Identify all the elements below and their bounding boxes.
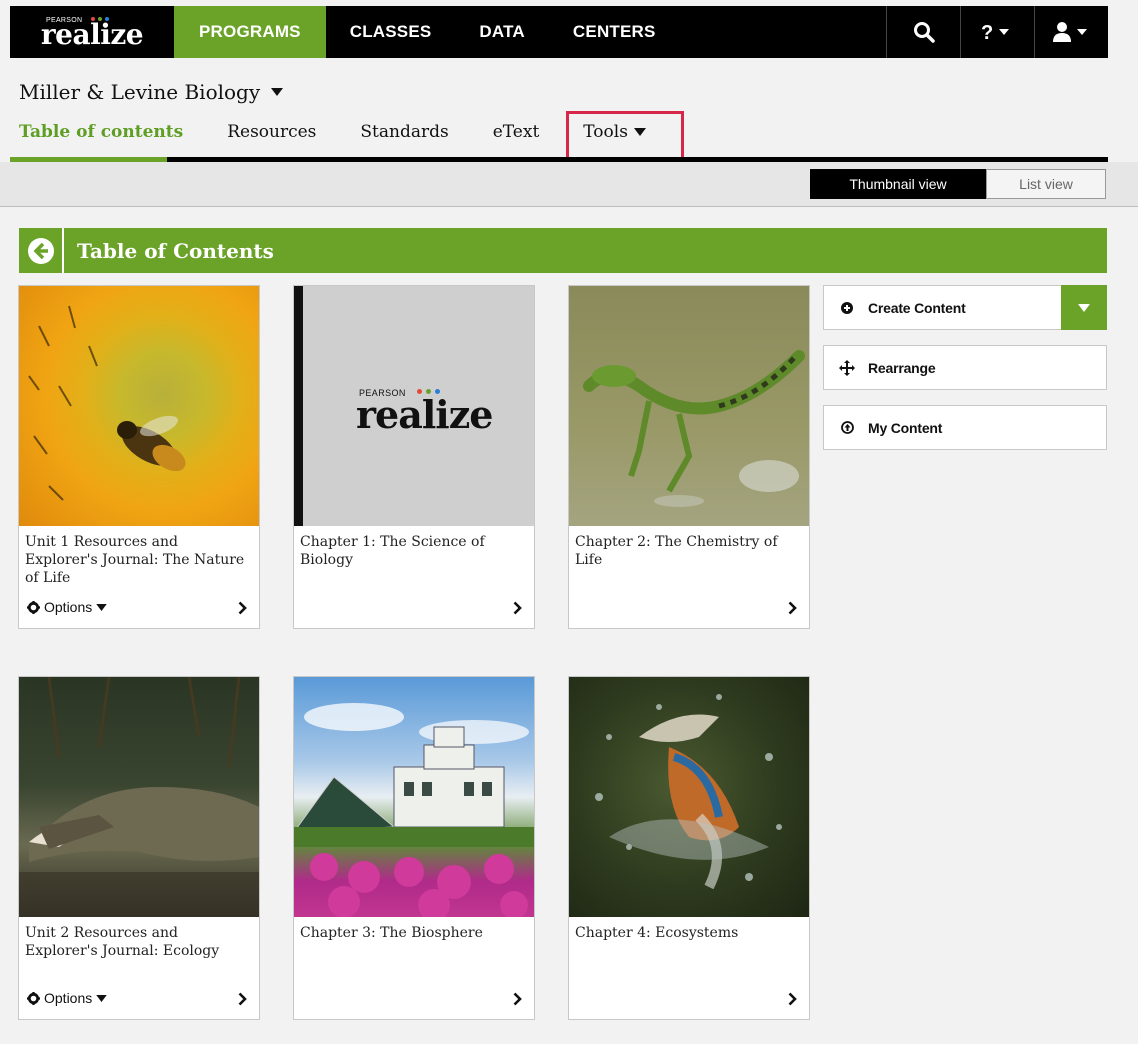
list-view-button[interactable]: List view [986,169,1106,199]
view-toggle: Thumbnail view List view [810,169,1106,199]
logo-dots [91,17,109,21]
program-title-dropdown[interactable]: Miller & Levine Biology [19,80,284,104]
search-icon [913,22,935,43]
my-content-button[interactable]: My Content [823,405,1107,450]
user-icon [1052,22,1087,42]
realize-wordmark: realize [356,392,493,437]
kingfisher-fish-image [569,677,809,917]
my-content-label: My Content [868,419,943,436]
card-caption: Unit 2 Resources and Explorer's Journal:… [25,925,220,959]
nav-tab-classes[interactable]: CLASSES [326,6,456,58]
biosphere-image [294,677,534,917]
card-caption: Chapter 3: The Biosphere [300,925,483,941]
back-arrow-icon [27,237,54,264]
help-menu-button[interactable]: ? [960,6,1034,58]
toc-card[interactable]: Chapter 2: The Chemistry of Life [568,285,810,629]
chevron-right-icon[interactable] [513,601,522,615]
back-button[interactable] [19,228,64,273]
rearrange-label: Rearrange [868,359,936,376]
nav-tab-data[interactable]: DATA [455,6,549,58]
options-menu-button[interactable]: Options [27,599,107,615]
subnav-resources[interactable]: Resources [227,122,316,142]
gear-icon [27,600,40,614]
top-navigation-bar: PEARSON realize PROGRAMS CLASSES DATA CE… [10,6,1108,58]
realize-logo[interactable]: PEARSON realize [10,6,174,58]
view-toggle-bar: Thumbnail view List view [0,162,1138,207]
toc-header: Table of Contents [19,228,1107,273]
caret-down-icon [271,88,284,96]
create-content-button[interactable]: Create Content [823,285,1107,330]
pearson-wordmark: PEARSON [46,17,83,24]
svg-text:?: ? [981,22,993,43]
rearrange-button[interactable]: Rearrange [823,345,1107,390]
crocodile-image [19,677,259,917]
card-caption: Unit 1 Resources and Explorer's Journal:… [25,534,245,586]
chevron-right-icon[interactable] [788,992,797,1006]
toc-card[interactable]: Unit 1 Resources and Explorer's Journal:… [18,285,260,629]
nav-tab-centers[interactable]: CENTERS [549,6,680,58]
nav-tab-programs[interactable]: PROGRAMS [174,6,326,58]
sunflower-bee-image [19,286,259,526]
toc-title: Table of Contents [77,238,274,263]
card-caption: Chapter 2: The Chemistry of Life [575,534,778,568]
realize-logo-image: PEARSON realize [294,286,534,526]
plus-circle-icon [841,301,853,314]
toc-card[interactable]: PEARSON realize Chapter 1: The Science o… [293,285,535,629]
subnav-etext[interactable]: eText [493,122,540,142]
subnav-table-of-contents[interactable]: Table of contents [19,122,183,142]
user-menu-button[interactable] [1034,6,1108,58]
help-icon: ? [981,22,1009,43]
lizard-on-water-image [569,286,809,526]
card-caption: Chapter 4: Ecosystems [575,925,739,941]
subnav-standards[interactable]: Standards [360,122,448,142]
chevron-right-icon[interactable] [238,601,247,615]
toc-card[interactable]: Chapter 3: The Biosphere [293,676,535,1020]
chevron-right-icon[interactable] [788,601,797,615]
tools-highlight-box [566,111,684,161]
gear-icon [27,991,40,1005]
chevron-right-icon[interactable] [513,992,522,1006]
options-menu-button[interactable]: Options [27,990,107,1006]
create-content-dropdown[interactable] [1061,285,1107,330]
toc-card[interactable]: Unit 2 Resources and Explorer's Journal:… [18,676,260,1020]
chevron-right-icon[interactable] [238,992,247,1006]
program-title: Miller & Levine Biology [19,80,261,104]
options-label: Options [44,599,93,615]
search-button[interactable] [886,6,960,58]
caret-down-icon [1078,303,1090,312]
thumbnail-view-button[interactable]: Thumbnail view [810,169,986,199]
caret-down-icon [96,603,107,611]
toc-card[interactable]: Chapter 4: Ecosystems [568,676,810,1020]
create-content-label: Create Content [868,299,966,316]
caret-down-icon [96,994,107,1002]
upload-circle-icon [840,421,854,434]
move-arrows-icon [839,359,855,376]
card-caption: Chapter 1: The Science of Biology [300,534,485,568]
options-label: Options [44,990,93,1006]
